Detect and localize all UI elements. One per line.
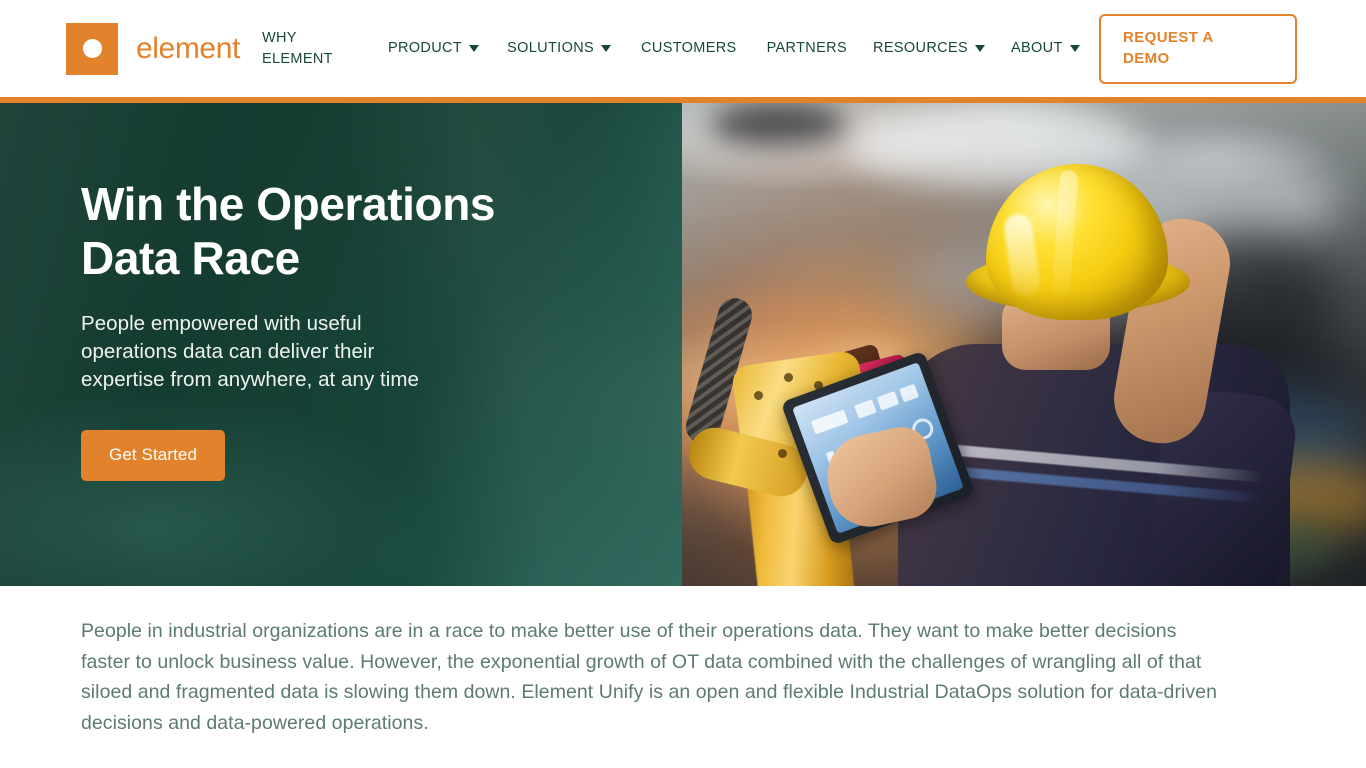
- nav-label-product: PRODUCT: [387, 40, 463, 57]
- nav-item-customers[interactable]: CUSTOMERS: [641, 38, 737, 59]
- hero-headline: Win the Operations Data Race: [81, 178, 496, 285]
- photo-blur-shape: [710, 101, 847, 146]
- photo-blur-shape: [1174, 517, 1339, 577]
- chevron-down-icon: [975, 44, 985, 52]
- brand-wordmark: element: [136, 31, 240, 65]
- photo-blur-shape: [1065, 145, 1339, 254]
- logo-dot-shape: [82, 39, 102, 58]
- hero-subheadline: People empowered with useful operations …: [81, 311, 419, 392]
- nav-label-about: ABOUT: [1011, 40, 1063, 57]
- intro-paragraph: People in industrial organizations are i…: [81, 620, 1217, 734]
- nav-item-partners[interactable]: PARTNERS: [767, 38, 847, 59]
- request-demo-label: REQUEST A DEMO: [1123, 29, 1213, 67]
- photo-blur-shape: [956, 321, 1366, 450]
- photo-blur-shape: [901, 233, 1257, 322]
- intro-section: People in industrial organizations are i…: [0, 586, 1366, 768]
- nav-item-resources[interactable]: RESOURCES: [873, 38, 985, 59]
- photo-blur-shape: [1202, 390, 1366, 489]
- nav-label-partners: PARTNERS: [766, 40, 847, 57]
- nav-label-solutions: SOLUTIONS: [507, 40, 595, 57]
- site-header: element WHY ELEMENT PRODUCT SOLUTIONS CU…: [0, 0, 1366, 103]
- brand-logo-link[interactable]: element: [66, 22, 240, 75]
- header-accent-bar: [0, 97, 1366, 103]
- nav-item-product[interactable]: PRODUCT: [387, 38, 480, 59]
- photo-blur-shape: [1202, 458, 1366, 538]
- chevron-down-icon: [1069, 44, 1080, 52]
- hero-content: Win the Operations Data Race People empo…: [81, 177, 641, 482]
- photo-blur-shape: [1147, 233, 1339, 381]
- primary-navigation: WHY ELEMENT PRODUCT SOLUTIONS CUSTOMERS …: [262, 13, 1366, 84]
- element-logo-icon: [66, 22, 118, 75]
- nav-label-customers: CUSTOMERS: [641, 40, 737, 57]
- get-started-button[interactable]: Get Started: [81, 430, 226, 482]
- request-demo-button[interactable]: REQUEST A DEMO: [1099, 13, 1297, 84]
- nav-item-about[interactable]: ABOUT: [1011, 38, 1080, 59]
- photo-blur-shape: [669, 273, 888, 362]
- chevron-down-icon: [601, 44, 612, 52]
- nav-item-why-element[interactable]: WHY ELEMENT: [262, 28, 348, 69]
- photo-blur-shape: [846, 106, 1148, 185]
- chevron-down-icon: [469, 44, 480, 52]
- hero-section: Win the Operations Data Race People empo…: [0, 97, 1366, 586]
- nav-label-why-element: WHY ELEMENT: [261, 29, 333, 67]
- nav-item-solutions[interactable]: SOLUTIONS: [507, 38, 612, 59]
- nav-label-resources: RESOURCES: [873, 40, 968, 57]
